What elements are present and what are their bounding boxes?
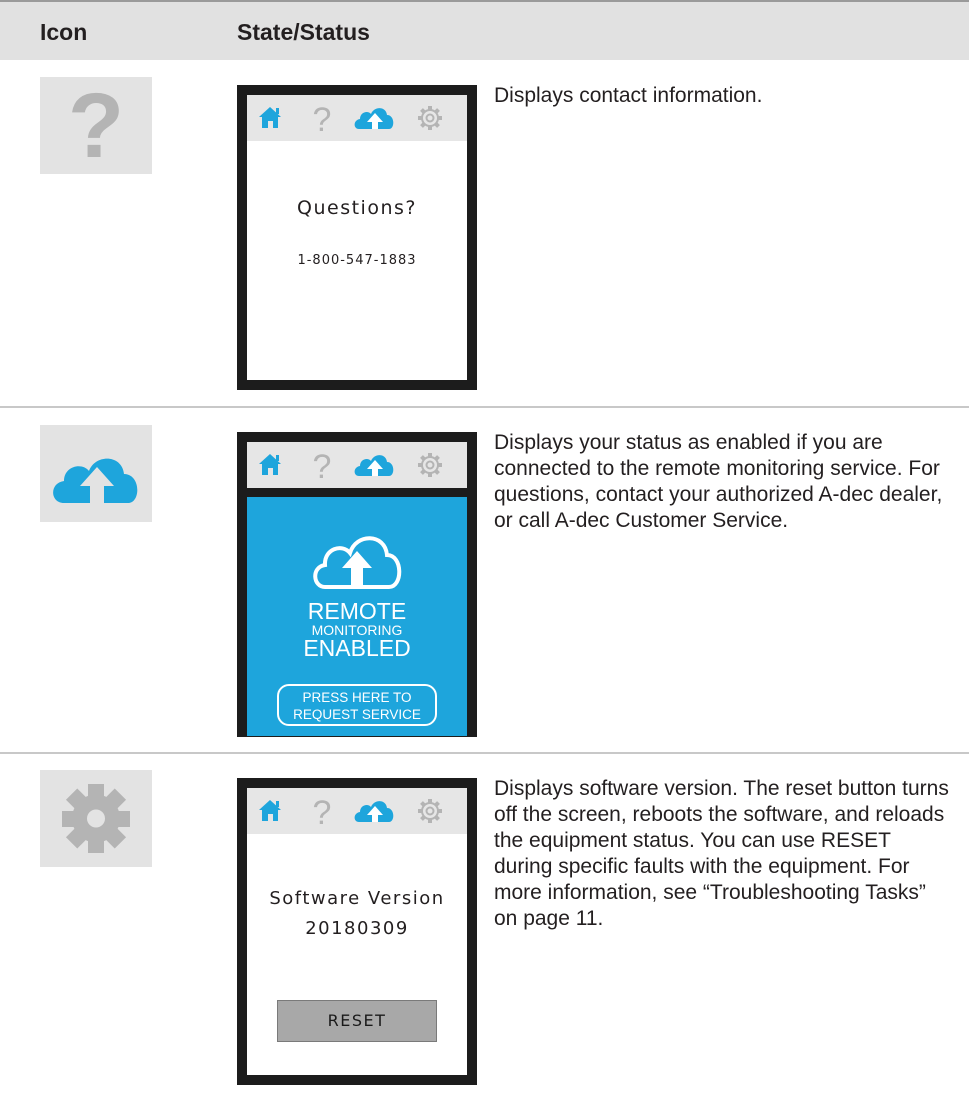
tab-remote[interactable] xyxy=(349,788,401,834)
request-button-line1: PRESS HERE TO xyxy=(302,690,412,705)
description-contact: Displays contact information. xyxy=(494,84,763,107)
svg-text:?: ? xyxy=(313,101,332,139)
request-button-line2: REQUEST SERVICE xyxy=(293,707,421,722)
cloud-upload-icon xyxy=(354,108,394,129)
device-screen-remote: ? REMOTE MONITORING ENABLED PRESS HERE T… xyxy=(237,432,477,737)
home-icon xyxy=(259,107,281,128)
gear-icon xyxy=(418,453,442,477)
tab-home[interactable] xyxy=(247,442,293,488)
request-service-button[interactable]: PRESS HERE TO REQUEST SERVICE xyxy=(277,684,437,726)
tab-questions[interactable]: ? xyxy=(299,95,345,141)
tab-settings[interactable] xyxy=(407,442,453,488)
question-icon: ? xyxy=(68,77,124,174)
cloud-upload-icon xyxy=(53,458,138,503)
software-version-label: Software Version xyxy=(269,888,445,909)
screen-content: Questions? 1-800-547-1883 xyxy=(247,141,467,380)
gear-icon xyxy=(62,784,130,853)
cloud-upload-icon xyxy=(313,536,402,589)
reset-button[interactable]: RESET xyxy=(277,1000,437,1042)
row-divider xyxy=(0,406,969,408)
screen-content: Software Version 20180309 RESET xyxy=(247,834,467,1075)
question-icon: ? xyxy=(313,794,332,832)
remote-line1: REMOTE xyxy=(307,598,407,624)
questions-title: Questions? xyxy=(297,197,417,219)
phone-number: 1-800-547-1883 xyxy=(297,253,417,268)
gear-icon xyxy=(418,106,442,130)
tab-home[interactable] xyxy=(247,788,293,834)
tab-settings[interactable] xyxy=(407,788,453,834)
question-icon: ? xyxy=(313,101,332,139)
remote-line3: ENABLED xyxy=(303,635,411,661)
table-header: Icon State/Status xyxy=(0,0,969,60)
tab-bar: ? xyxy=(247,788,467,834)
tab-bar: ? xyxy=(247,442,467,488)
description-remote: Displays your status as enabled if you a… xyxy=(494,431,943,532)
column-header-state: State/Status xyxy=(237,19,370,45)
svg-text:?: ? xyxy=(68,77,124,174)
description-software: Displays software version. The reset but… xyxy=(494,777,949,930)
gear-icon-tile xyxy=(40,770,152,867)
row-divider xyxy=(0,752,969,754)
cloud-icon-tile xyxy=(40,425,152,522)
cloud-upload-icon xyxy=(354,801,394,822)
svg-text:?: ? xyxy=(313,448,332,486)
tab-questions[interactable]: ? xyxy=(299,788,345,834)
cloud-upload-icon xyxy=(354,455,394,476)
device-screen-questions: ? Questions? 1-800-547-1883 xyxy=(237,85,477,390)
device-screen-software: ? Software Version 20180309 RESET xyxy=(237,778,477,1085)
question-icon: ? xyxy=(313,448,332,486)
tab-home[interactable] xyxy=(247,95,293,141)
screen-content: REMOTE MONITORING ENABLED PRESS HERE TO … xyxy=(247,497,467,736)
tab-remote[interactable] xyxy=(349,95,401,141)
column-header-icon: Icon xyxy=(40,19,88,45)
tab-remote[interactable] xyxy=(349,442,401,488)
tab-settings[interactable] xyxy=(407,95,453,141)
tab-questions[interactable]: ? xyxy=(299,442,345,488)
svg-text:?: ? xyxy=(313,794,332,832)
software-version-value: 20180309 xyxy=(305,918,409,939)
home-icon xyxy=(259,800,281,821)
tab-bar: ? xyxy=(247,95,467,141)
gear-icon xyxy=(418,799,442,823)
question-icon-tile: ? xyxy=(40,77,152,174)
home-icon xyxy=(259,454,281,475)
